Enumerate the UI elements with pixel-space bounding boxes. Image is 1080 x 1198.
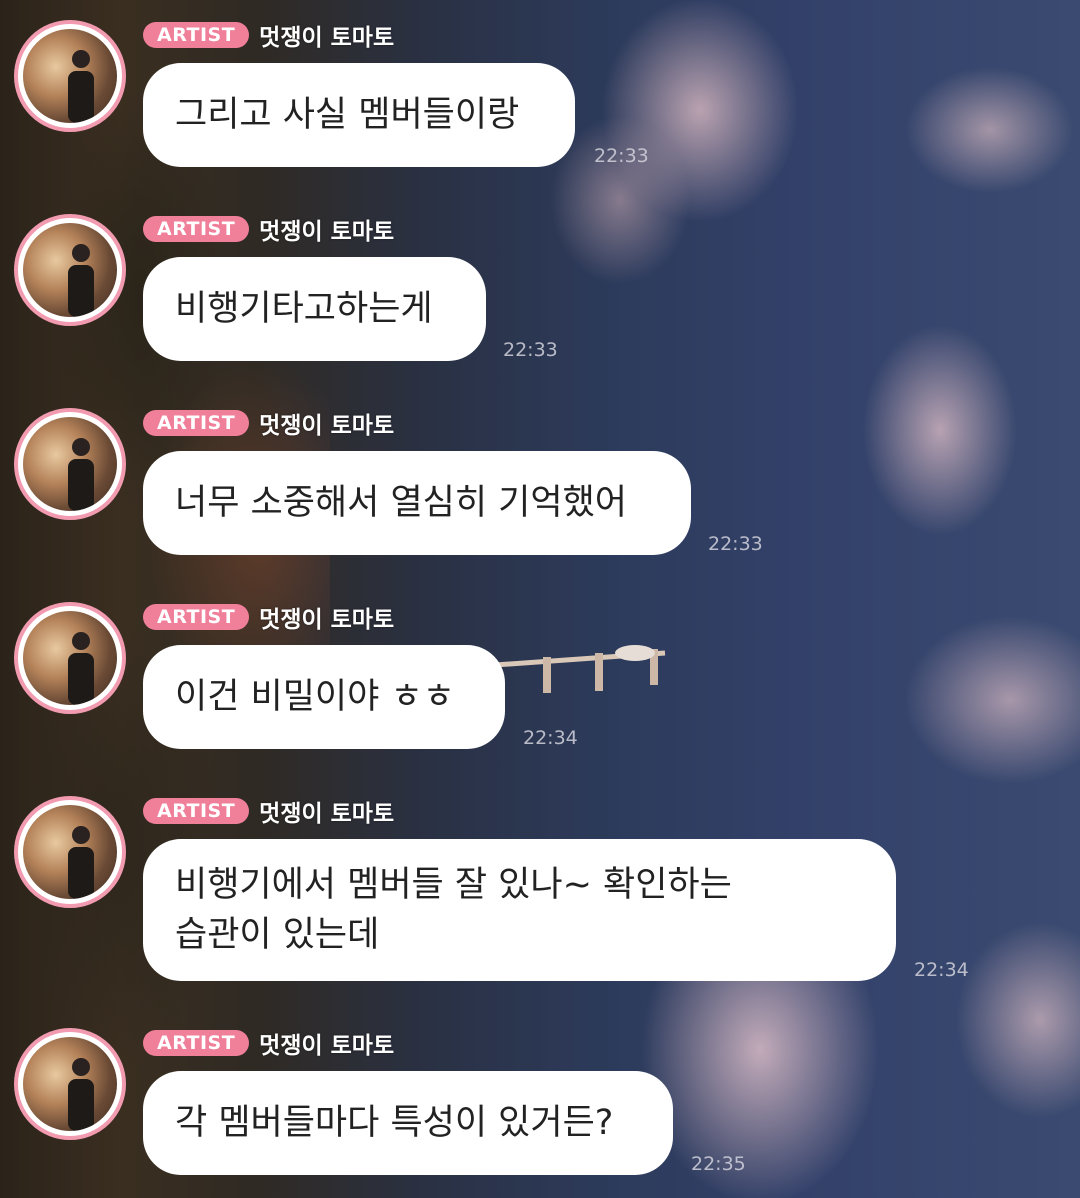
message-time: 22:33 [708, 533, 763, 555]
sender-row: ARTIST 멋쟁이 토마토 [143, 602, 395, 633]
sender-row: ARTIST 멋쟁이 토마토 [143, 20, 395, 51]
avatar-photo [23, 417, 117, 511]
avatar-photo [23, 805, 117, 899]
artist-avatar[interactable] [14, 214, 126, 326]
sender-name: 멋쟁이 토마토 [259, 1033, 395, 1059]
message-time: 22:33 [503, 339, 558, 361]
artist-avatar[interactable] [14, 796, 126, 908]
artist-badge: ARTIST [143, 216, 250, 242]
avatar-photo [23, 611, 117, 705]
artist-badge: ARTIST [143, 604, 250, 630]
sender-row: ARTIST 멋쟁이 토마토 [143, 214, 395, 245]
message-time: 22:35 [691, 1153, 746, 1175]
sender-row: ARTIST 멋쟁이 토마토 [143, 1028, 395, 1059]
avatar-photo [23, 223, 117, 317]
sender-row: ARTIST 멋쟁이 토마토 [143, 408, 395, 439]
sender-name: 멋쟁이 토마토 [259, 219, 395, 245]
message-time: 22:33 [594, 145, 649, 167]
artist-badge: ARTIST [143, 410, 250, 436]
sender-name: 멋쟁이 토마토 [259, 801, 395, 827]
sender-row: ARTIST 멋쟁이 토마토 [143, 796, 395, 827]
avatar-photo [23, 1037, 117, 1131]
message-bubble[interactable]: 너무 소중해서 열심히 기억했어 [143, 451, 691, 555]
artist-badge: ARTIST [143, 798, 250, 824]
person-icon [68, 632, 94, 705]
message-bubble[interactable]: 비행기타고하는게 [143, 257, 486, 361]
background-trees [0, 0, 330, 1198]
person-icon [68, 244, 94, 317]
sender-name: 멋쟁이 토마토 [259, 25, 395, 51]
message-time: 22:34 [523, 727, 578, 749]
artist-badge: ARTIST [143, 22, 250, 48]
message-bubble[interactable]: 그리고 사실 멤버들이랑 [143, 63, 575, 167]
message-bubble[interactable]: 각 멤버들마다 특성이 있거든? [143, 1071, 673, 1175]
background-streetlight [495, 645, 666, 693]
artist-avatar[interactable] [14, 1028, 126, 1140]
message-bubble[interactable]: 이건 비밀이야 ㅎㅎ [143, 645, 505, 749]
person-icon [68, 50, 94, 123]
person-icon [68, 1058, 94, 1131]
sender-name: 멋쟁이 토마토 [259, 607, 395, 633]
artist-avatar[interactable] [14, 408, 126, 520]
sender-name: 멋쟁이 토마토 [259, 413, 395, 439]
artist-avatar[interactable] [14, 602, 126, 714]
message-time: 22:34 [914, 959, 969, 981]
avatar-photo [23, 29, 117, 123]
person-icon [68, 438, 94, 511]
message-bubble[interactable]: 비행기에서 멤버들 잘 있나~ 확인하는 습관이 있는데 [143, 839, 896, 981]
artist-badge: ARTIST [143, 1030, 250, 1056]
artist-avatar[interactable] [14, 20, 126, 132]
person-icon [68, 826, 94, 899]
